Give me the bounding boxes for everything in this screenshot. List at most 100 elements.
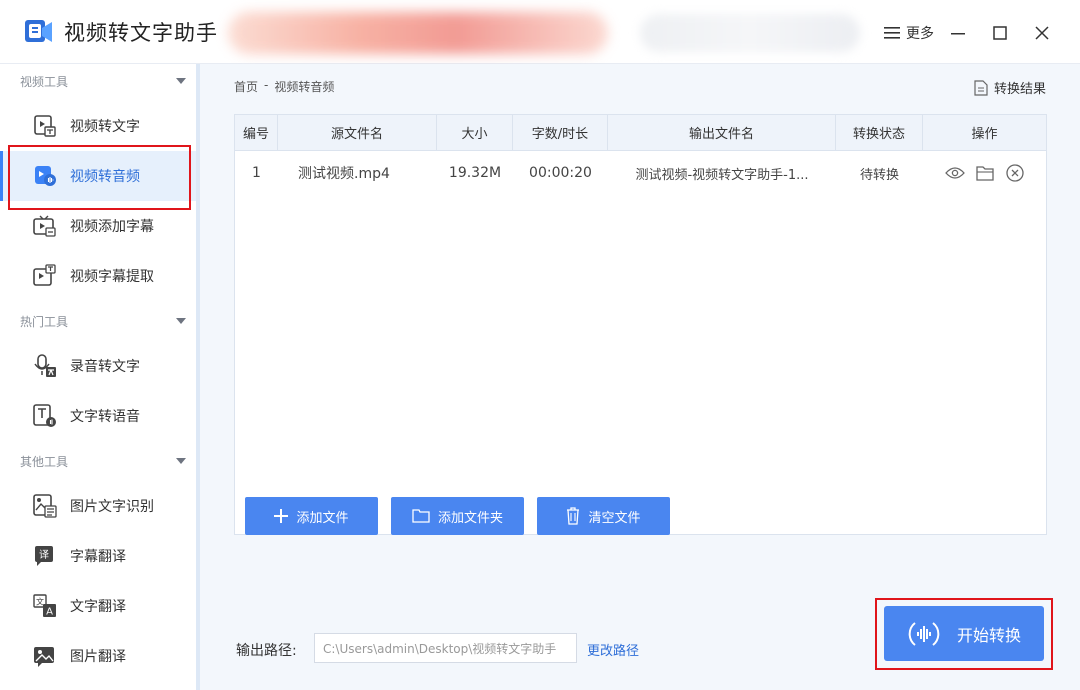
sidebar-item-video-add-subtitle[interactable]: 视频添加字幕 [0,201,196,251]
add-folder-label: 添加文件夹 [437,510,503,526]
title-bar: 视频转文字助手 更多 [0,0,1080,64]
table-row[interactable]: 1 测试视频.mp4 19.32M 00:00:20 测试视频-视频转文字助手-… [235,151,1046,195]
sidebar-item-video-to-text[interactable]: 视频转文字 [0,101,196,151]
output-path-input[interactable] [314,633,577,663]
file-table: 编号 源文件名 大小 字数/时长 输出文件名 转换状态 操作 1 测试视频.mp… [234,114,1047,535]
maximize-button[interactable] [988,22,1012,44]
sidebar-item-subtitle-translate[interactable]: 译 字幕翻译 [0,531,196,581]
group-header-hot-tools[interactable]: 热门工具 [0,304,196,338]
start-convert-label: 开始转换 [956,625,1021,645]
sidebar-item-image-ocr[interactable]: 图片文字识别 [0,481,196,531]
main-panel: 首页 - 视频转音频 转换结果 编号 源文件名 大小 字数/时长 输出文件名 转… [200,64,1080,690]
svg-text:A: A [46,607,53,618]
open-folder-icon[interactable] [975,163,995,183]
text-speech-icon [32,403,58,429]
delete-circle-icon[interactable] [1005,163,1025,183]
blurred-banner-secondary [640,14,860,52]
caret-down-icon [176,458,186,464]
minimize-icon [951,33,965,35]
plus-icon [274,509,289,523]
app-logo-icon [25,20,52,42]
sidebar-item-label: 视频转文字 [70,119,140,135]
sidebar-item-image-translate[interactable]: 图片翻译 [0,631,196,681]
video-audio-icon [32,163,58,189]
group-header-video-tools[interactable]: 视频工具 [0,64,196,98]
sidebar-item-label: 录音转文字 [70,359,140,375]
subtitle-extract-icon [32,263,58,289]
group-header-other-tools[interactable]: 其他工具 [0,444,196,478]
close-button[interactable] [1030,22,1054,44]
cell-source-file: 测试视频.mp4 [298,166,390,182]
column-header: 大小 [437,115,513,150]
cell-actions [923,151,1046,195]
sidebar-item-label: 图片文字识别 [70,499,154,515]
text-translate-icon: 文A [32,593,58,619]
sidebar-item-label: 字幕翻译 [70,549,126,565]
app-title: 视频转文字助手 [64,21,218,45]
sidebar-item-recording-to-text[interactable]: 录音转文字 [0,341,196,391]
cell-output-file: 测试视频-视频转文字助手-1... [635,167,809,183]
result-link-label: 转换结果 [993,82,1046,97]
sidebar-item-label: 视频转音频 [70,169,140,185]
maximize-icon [993,26,1007,40]
breadcrumb-home[interactable]: 首页 [234,78,258,95]
cell-duration: 00:00:20 [529,165,592,181]
column-header: 字数/时长 [513,115,608,150]
change-path-link[interactable]: 更改路径 [587,640,639,659]
svg-text:译: 译 [39,549,49,561]
svg-text:文: 文 [36,597,44,607]
column-header: 转换状态 [836,115,923,150]
sidebar-item-label: 视频字幕提取 [70,269,154,285]
sidebar-item-subtitle-extract[interactable]: 视频字幕提取 [0,251,196,301]
clear-files-label: 清空文件 [588,510,641,526]
menu-icon [884,27,900,39]
image-translate-icon [32,643,58,669]
preview-eye-icon[interactable] [944,163,965,183]
sidebar-item-label: 图片翻译 [70,649,126,665]
sidebar-item-text-to-speech[interactable]: 文字转语音 [0,391,196,441]
subtitle-translate-icon: 译 [32,543,58,569]
sidebar-item-label: 文字翻译 [70,599,126,615]
mic-text-icon [32,353,58,379]
caret-down-icon [176,78,186,84]
video-subtitle-icon [32,213,58,239]
output-path-label: 输出路径: [236,643,297,659]
breadcrumb-separator: - [264,78,269,92]
audio-wave-icon [908,621,940,646]
cell-status: 待转换 [859,167,899,183]
trash-icon [567,507,580,525]
video-text-icon [32,113,58,139]
group-label: 热门工具 [20,314,69,329]
breadcrumb-current: 视频转音频 [274,80,335,94]
more-menu-button[interactable]: 更多 [878,22,940,44]
sidebar-item-video-to-audio[interactable]: 视频转音频 [0,151,196,201]
conversion-result-link[interactable]: 转换结果 [974,78,1046,97]
minimize-button[interactable] [946,22,970,44]
clear-files-button[interactable]: 清空文件 [537,497,670,535]
cell-size: 19.32M [448,165,502,181]
breadcrumb: 首页 - 视频转音频 [234,78,334,95]
add-file-button[interactable]: 添加文件 [245,497,378,535]
column-header: 编号 [235,115,278,150]
sidebar-item-label: 视频添加字幕 [70,219,154,235]
group-label: 其他工具 [20,454,69,469]
add-folder-button[interactable]: 添加文件夹 [391,497,524,535]
column-header: 输出文件名 [608,115,836,150]
folder-icon [412,509,430,523]
table-header: 编号 源文件名 大小 字数/时长 输出文件名 转换状态 操作 [235,115,1046,151]
column-header: 操作 [971,127,998,142]
sidebar-item-text-translate[interactable]: 文A 文字翻译 [0,581,196,631]
image-ocr-icon [32,493,58,519]
cell-index: 1 [252,165,261,181]
column-header: 源文件名 [278,115,437,150]
add-file-label: 添加文件 [296,510,349,526]
caret-down-icon [176,318,186,324]
close-icon [1035,26,1049,40]
blurred-banner [228,12,608,54]
group-label: 视频工具 [20,74,69,89]
more-label: 更多 [906,26,934,42]
document-icon [974,79,988,96]
file-action-buttons: 添加文件 添加文件夹 清空文件 [245,497,670,535]
start-convert-button[interactable]: 开始转换 [884,606,1044,661]
sidebar-item-label: 文字转语音 [70,409,140,425]
